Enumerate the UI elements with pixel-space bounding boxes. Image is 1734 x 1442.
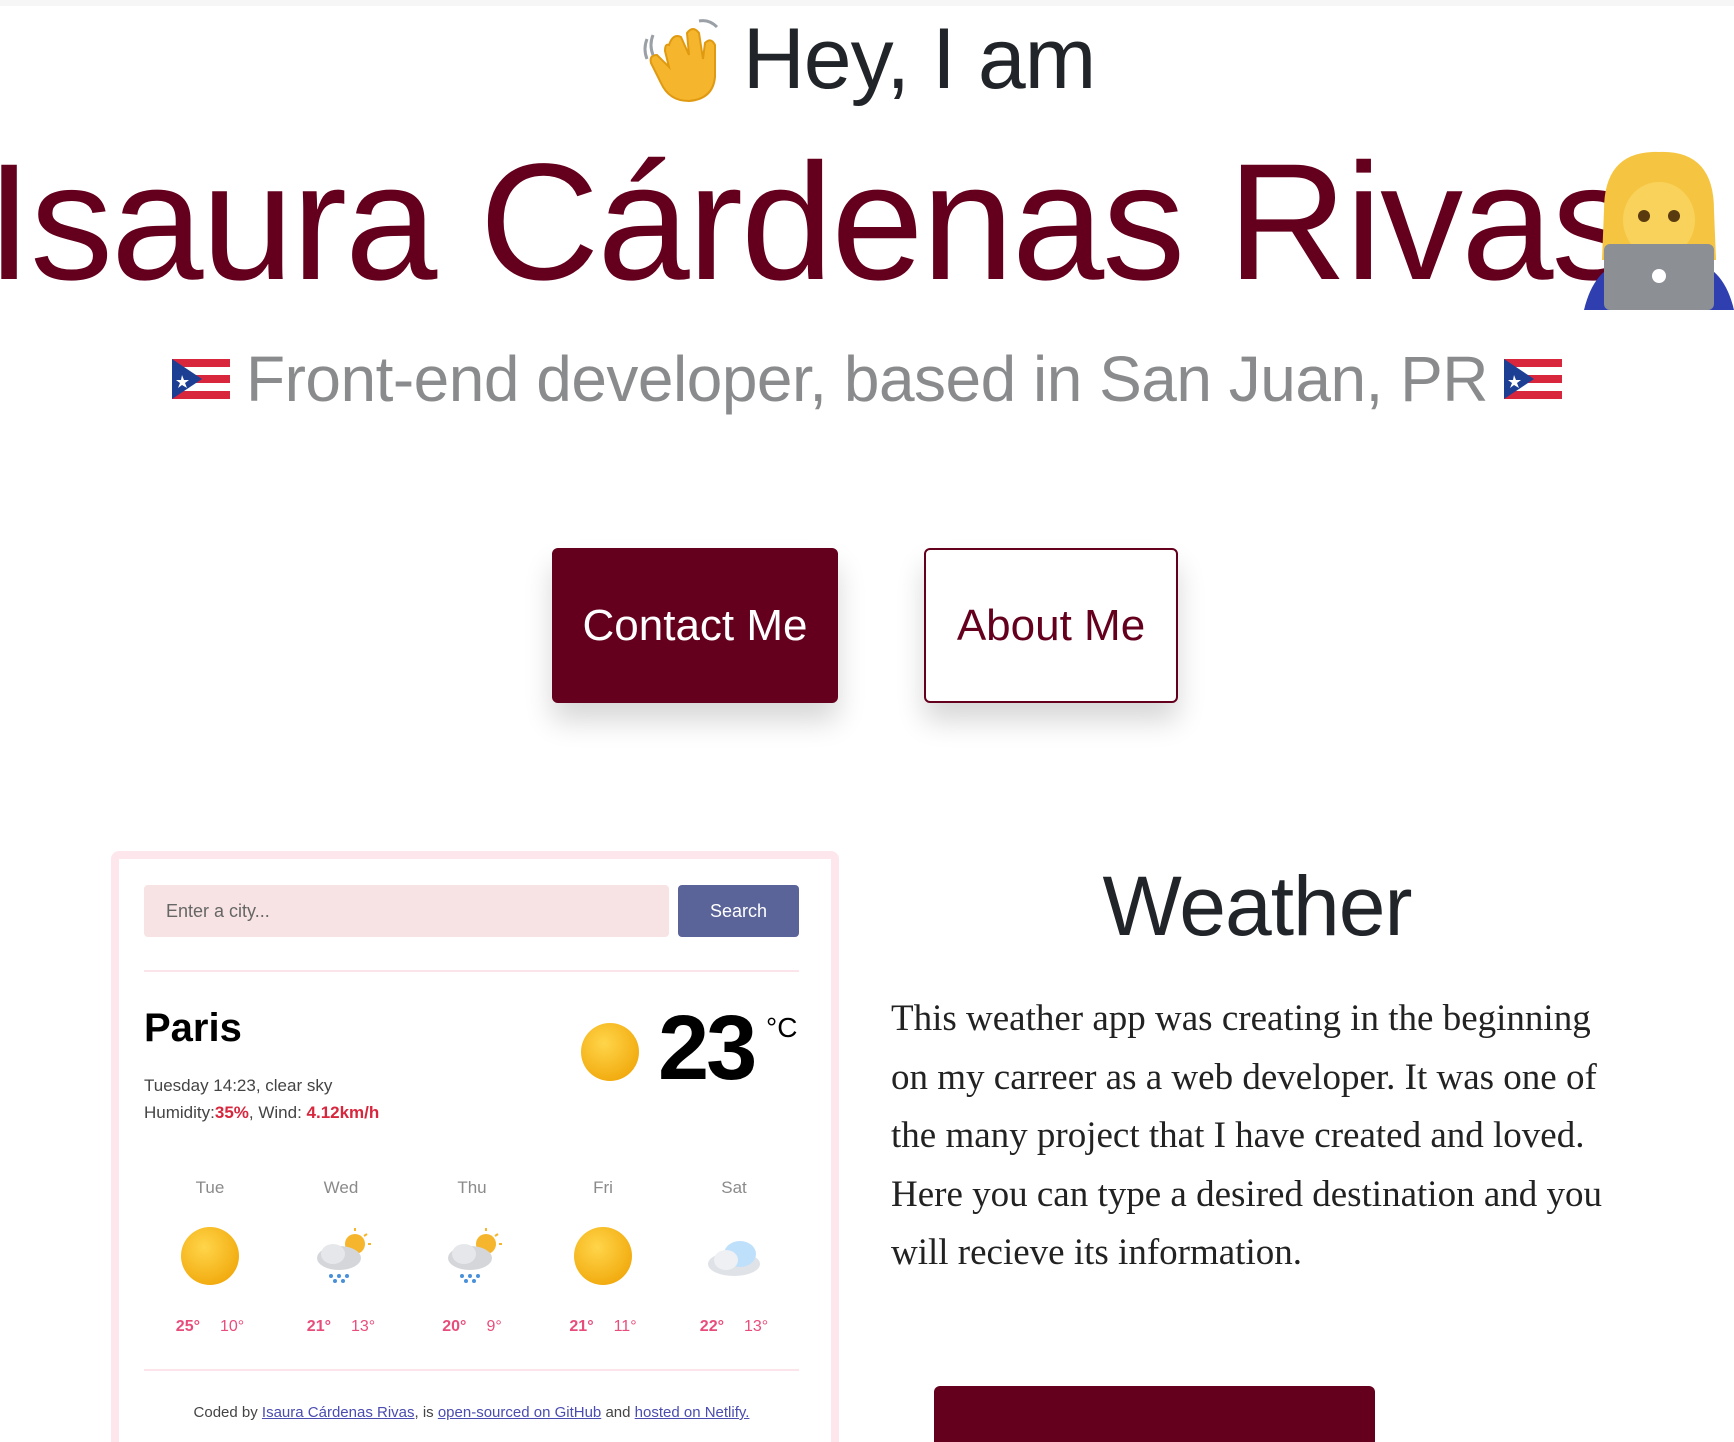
- footer-and: and: [601, 1404, 635, 1421]
- woman-technologist-icon: [1584, 151, 1734, 310]
- github-link[interactable]: open-sourced on GitHub: [438, 1404, 601, 1421]
- project-button[interactable]: [934, 1386, 1375, 1442]
- about-me-button[interactable]: About Me: [924, 548, 1178, 703]
- forecast-day-name: Fri: [593, 1178, 613, 1197]
- sun-icon: [574, 1227, 632, 1285]
- greeting-row: Hey, I am: [0, 10, 1734, 109]
- forecast-day-name: Thu: [457, 1178, 487, 1197]
- temperature-unit: °C: [766, 1012, 798, 1043]
- weather-details: Humidity:35%, Wind: 4.12km/h: [144, 1103, 379, 1123]
- forecast-min: 11°: [613, 1318, 637, 1335]
- forecast-max: 21°: [569, 1318, 594, 1335]
- rain-cloud-sun-icon: [317, 1228, 371, 1283]
- forecast-day-name: Tue: [195, 1178, 225, 1197]
- greeting-text: Hey, I am: [742, 11, 1097, 107]
- weather-app-preview[interactable]: [111, 851, 839, 1442]
- forecast-temps: 25° 10°: [150, 1318, 270, 1336]
- weather-app-footer: Coded by Isaura Cárdenas Rivas, is open-…: [144, 1404, 799, 1421]
- search-button[interactable]: Search: [678, 885, 799, 937]
- top-strip: [0, 0, 1734, 6]
- puerto-rico-flag-icon: [1504, 359, 1563, 399]
- cloud-icon: [708, 1241, 760, 1276]
- forecast-temps: 21° 13°: [281, 1318, 401, 1336]
- forecast-day-name: Wed: [323, 1178, 359, 1197]
- forecast-max: 20°: [442, 1318, 467, 1335]
- footer-prefix: Coded by: [193, 1404, 262, 1421]
- wind-value: 4.12km/h: [306, 1103, 380, 1122]
- portfolio-page: Hey, I am Isaura Cárdenas Rivas Front-en…: [0, 0, 1734, 1442]
- forecast-min: 9°: [486, 1318, 502, 1335]
- forecast-temps: 20° 9°: [412, 1318, 532, 1336]
- forecast-max: 25°: [175, 1318, 200, 1335]
- project-title: Weather: [1102, 859, 1413, 953]
- humidity-label: Humidity:: [144, 1103, 215, 1122]
- humidity-value: 35%: [214, 1103, 249, 1122]
- rain-cloud-sun-icon: [448, 1228, 502, 1283]
- weather-datetime: Tuesday 14:23, clear sky: [144, 1076, 333, 1095]
- forecast-temps: 21° 11°: [543, 1318, 663, 1336]
- puerto-rico-flag-icon: [171, 359, 230, 399]
- project-description: This weather app was creating in the beg…: [891, 998, 1602, 1273]
- city-name: Paris: [144, 1006, 242, 1050]
- forecast-min: 10°: [220, 1318, 245, 1335]
- forecast-max: 22°: [699, 1318, 724, 1335]
- forecast-min: 13°: [744, 1318, 769, 1335]
- wind-label: , Wind:: [248, 1103, 307, 1122]
- sun-icon: [581, 1023, 639, 1081]
- contact-me-button[interactable]: Contact Me: [552, 548, 838, 703]
- footer-middle: , is: [414, 1404, 438, 1421]
- sun-icon: [181, 1227, 239, 1285]
- netlify-link[interactable]: hosted on Netlify.: [635, 1404, 750, 1421]
- waving-hand-icon: [643, 18, 718, 102]
- divider: [144, 970, 799, 972]
- city-search-input[interactable]: [144, 885, 669, 937]
- temperature-value: 23: [658, 997, 757, 1099]
- forecast-day-name: Sat: [721, 1178, 747, 1197]
- author-link[interactable]: Isaura Cárdenas Rivas: [262, 1404, 415, 1421]
- hero-name: Isaura Cárdenas Rivas: [0, 130, 1634, 315]
- divider: [144, 1369, 799, 1371]
- forecast-temps: 22° 13°: [674, 1318, 794, 1336]
- subtitle-text: Front-end developer, based in San Juan, …: [245, 343, 1489, 415]
- subtitle-row: Front-end developer, based in San Juan, …: [0, 342, 1734, 416]
- forecast-max: 21°: [306, 1318, 331, 1335]
- forecast-min: 13°: [351, 1318, 376, 1335]
